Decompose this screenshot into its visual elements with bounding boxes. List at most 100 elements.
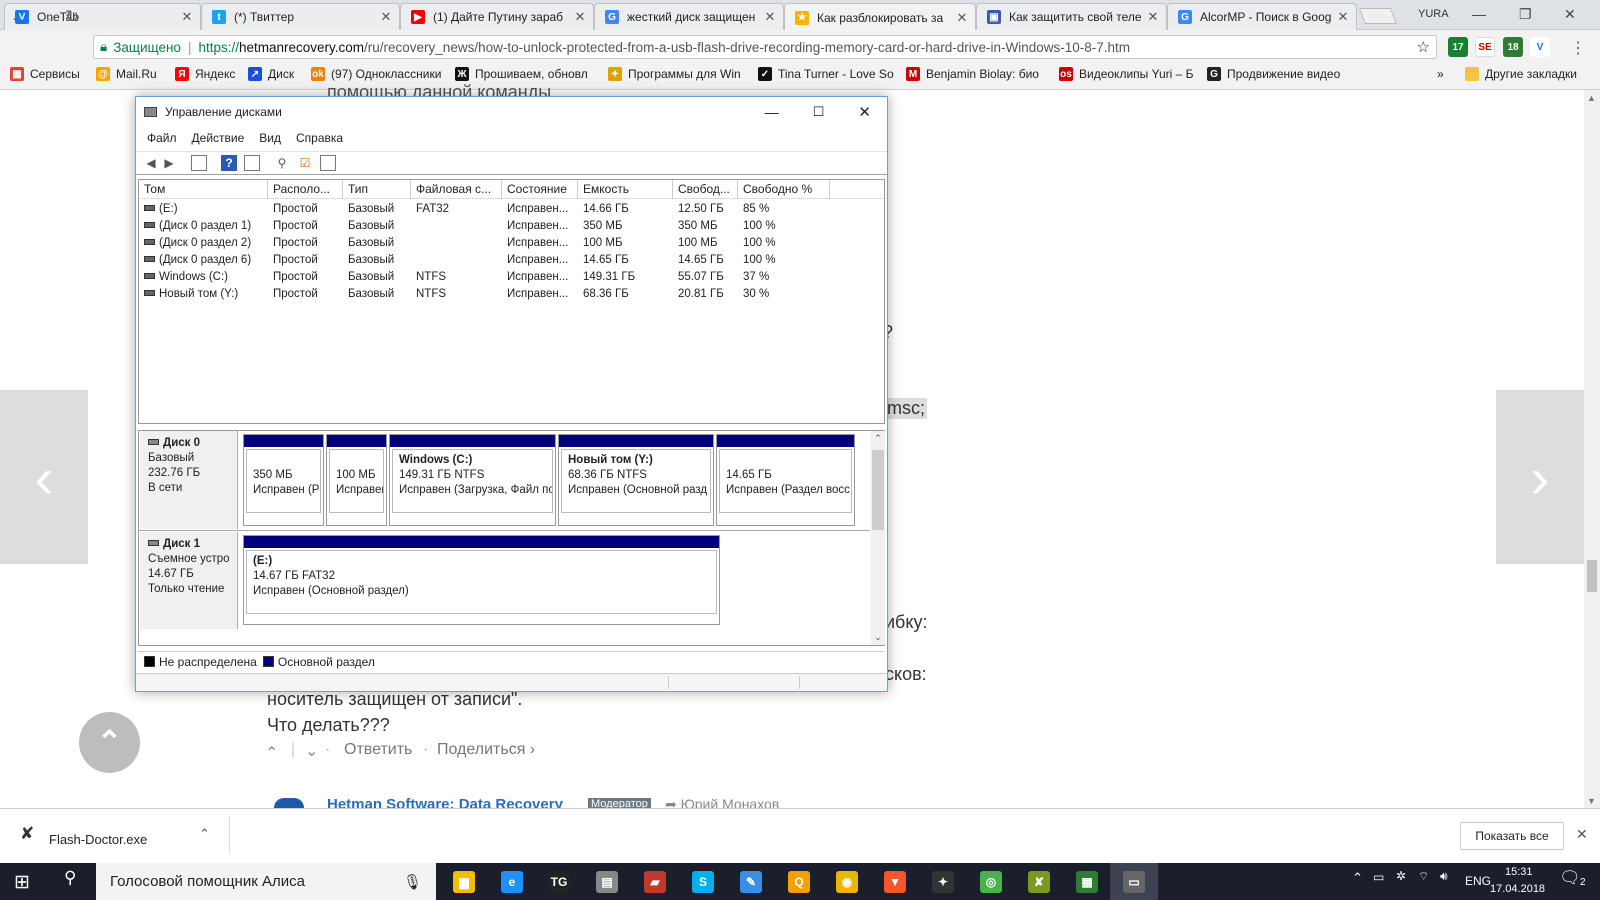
column-header[interactable]: Файловая с... (411, 180, 502, 199)
skype-taskbar-button[interactable]: S (679, 863, 727, 900)
table-row[interactable]: Новый том (Y:) Простой Базовый NTFS Исправен… (139, 286, 884, 303)
browser-tab[interactable]: ★ Как разблокировать за ✕ (784, 3, 976, 31)
partition-e[interactable]: (E:) 14.67 ГБ FAT32 Исправен (Основной р… (243, 535, 720, 625)
disk0-label[interactable]: Диск 0 Базовый 232.76 ГБ В сети (140, 431, 238, 529)
column-header[interactable]: Располо... (268, 180, 343, 199)
downvote-icon[interactable]: ⌄ (305, 741, 318, 761)
battery-icon[interactable]: ▭ (1373, 870, 1384, 884)
qip-taskbar-button[interactable]: Q (775, 863, 823, 900)
tab-close-icon[interactable]: ✕ (573, 9, 587, 25)
app-blue-taskbar-button[interactable]: ✎ (727, 863, 775, 900)
menu-file[interactable]: Файл (147, 131, 177, 145)
scrollbar-thumb[interactable] (1587, 560, 1597, 592)
file-explorer-taskbar-button[interactable]: ▆ (440, 863, 488, 900)
share-link[interactable]: Поделиться › (437, 741, 535, 759)
close-icon[interactable]: ✕ (1576, 826, 1588, 843)
partition-block[interactable]: 14.65 ГБ Исправен (Раздел восс (716, 434, 855, 526)
extension-se-icon[interactable]: SE (1475, 37, 1495, 57)
brave-taskbar-button[interactable]: ▼ (871, 863, 919, 900)
app-x-taskbar-button[interactable]: ✘ (1015, 863, 1063, 900)
column-header[interactable]: Состояние (502, 180, 578, 199)
list-view-icon[interactable] (244, 155, 260, 171)
address-bar[interactable]: 🔒︎ Защищено | https:// hetmanrecovery.co… (93, 35, 1437, 59)
scanner-app-taskbar-button[interactable]: ▤ (583, 863, 631, 900)
forward-icon[interactable]: → (37, 7, 54, 27)
page-scrollbar[interactable] (1584, 90, 1600, 808)
tab-close-icon[interactable]: ✕ (1336, 9, 1350, 25)
bookmark-item[interactable]: ↗ Диск (248, 67, 294, 81)
voice-assistant-search[interactable]: Голосовой помощник Алиса 🎙︎ (96, 863, 436, 900)
scroll-top-button[interactable]: ⌃ (79, 712, 140, 773)
menu-help[interactable]: Справка (296, 131, 343, 145)
notifications-icon[interactable]: 🗨︎ (1559, 868, 1581, 888)
graph-scrollbar[interactable]: ⌃ ⌄ (871, 431, 885, 645)
tab-close-icon[interactable]: ✕ (379, 9, 393, 25)
tab-close-icon[interactable]: ✕ (1146, 9, 1160, 25)
search-icon[interactable]: ⚲ (64, 868, 76, 888)
next-arrow-button[interactable]: › (1496, 390, 1584, 564)
browser-tab[interactable]: Gжесткий диск защищен ✕ (594, 3, 784, 30)
bookmark-item[interactable]: ok (97) Одноклассники (311, 67, 441, 81)
tab-close-icon[interactable]: ✕ (763, 9, 777, 25)
reply-link[interactable]: Ответить (344, 741, 412, 759)
profile-name[interactable]: YURA (1418, 8, 1449, 20)
upvote-icon[interactable]: ⌃ (265, 743, 278, 763)
menu-view[interactable]: Вид (259, 131, 281, 145)
windows-start-icon[interactable]: ⊞ (14, 871, 30, 894)
scrollbar-thumb[interactable] (872, 450, 884, 530)
partition-block[interactable]: 100 МБ Исправен (326, 434, 387, 526)
browser-tab[interactable]: ▶ (1) Дайте Путину зараб ✕ (400, 3, 594, 30)
bluetooth-icon[interactable]: ✲ (1396, 869, 1406, 883)
browser-tab[interactable]: G AlcorMP - Поиск в Goog ✕ (1167, 3, 1357, 30)
properties-icon[interactable] (320, 155, 336, 171)
table-row[interactable]: (Диск 0 раздел 2) Простой Базовый Исправен.… (139, 235, 884, 252)
help-icon[interactable]: ? (221, 155, 237, 171)
back-icon[interactable]: ← (10, 7, 27, 27)
app-green-taskbar-button[interactable]: ▦ (1063, 863, 1111, 900)
console-tree-icon[interactable] (191, 155, 207, 171)
show-all-button[interactable]: Показать все (1460, 822, 1564, 850)
partition-block[interactable]: Новый том (Y:) 68.36 ГБ NTFS Исправен (Осн… (558, 434, 714, 526)
comment-author[interactable]: Hetman Software: Data Recovery (327, 796, 563, 808)
close-icon[interactable]: ✕ (1564, 6, 1576, 23)
scroll-up-icon[interactable]: ⌃ (871, 433, 885, 444)
prev-arrow-button[interactable]: ‹ (0, 390, 88, 564)
back-icon[interactable]: ◀ (143, 155, 159, 171)
bookmark-item[interactable]: @ Mail.Ru (96, 67, 157, 81)
bookmark-star-icon[interactable]: ☆ (1417, 38, 1430, 56)
browser-tab[interactable]: V OneTab ✕ (4, 3, 201, 30)
restore-icon[interactable]: ❐ (1519, 6, 1532, 23)
extension-shield-icon[interactable]: 18 (1503, 37, 1523, 57)
bookmark-item[interactable]: ✦ Программы для Win (608, 67, 741, 81)
tray-overflow-icon[interactable]: ⌃ (1352, 870, 1363, 886)
connect-icon[interactable]: ⚲ (274, 155, 290, 171)
table-row[interactable]: (Диск 0 раздел 6) Простой Базовый Исправен.… (139, 252, 884, 269)
column-header[interactable]: Емкость (578, 180, 673, 199)
disk1-label[interactable]: Диск 1 Съемное устро 14.67 ГБ Только чте… (140, 532, 238, 629)
browser-tab[interactable]: t (*) Твиттер ✕ (201, 3, 400, 30)
bookmark-item[interactable]: Я Яндекс (175, 67, 235, 81)
edge-taskbar-button[interactable]: e (488, 863, 536, 900)
bookmark-item[interactable]: Ж Прошиваем, обновл (455, 67, 588, 81)
network-icon[interactable]: ⌔ (1418, 869, 1429, 884)
column-header[interactable]: Том (139, 180, 268, 199)
volume-icon[interactable]: 🔊︎ (1440, 869, 1448, 884)
other-bookmarks[interactable]: Другие закладки (1465, 67, 1577, 81)
extension-icon[interactable]: 17 (1448, 37, 1468, 57)
tg-app-taskbar-button[interactable]: TG (535, 863, 583, 900)
bookmarks-overflow[interactable]: » (1437, 67, 1444, 81)
browser-tab[interactable]: ▣ Как защитить свой теле ✕ (976, 3, 1167, 30)
language-indicator[interactable]: ENG (1465, 874, 1491, 888)
clock-date[interactable]: 17.04.2018 (1490, 883, 1545, 895)
avatar[interactable] (274, 798, 304, 808)
bookmark-item[interactable]: os Видеоклипы Yuri – Б (1059, 67, 1194, 81)
table-row[interactable]: (Диск 0 раздел 1) Простой Базовый Исправен.… (139, 218, 884, 235)
close-icon[interactable]: ✕ (858, 103, 871, 121)
column-header[interactable]: Свободно % (738, 180, 830, 199)
column-header[interactable]: Свобод... (673, 180, 738, 199)
forward-icon[interactable]: ▶ (161, 155, 177, 171)
bookmark-item[interactable]: ✓ Tina Turner - Love So (758, 67, 894, 81)
scroll-down-icon[interactable]: ⌄ (871, 632, 885, 643)
maximize-icon[interactable]: ☐ (813, 104, 825, 120)
download-filename[interactable]: Flash-Doctor.exe (49, 832, 147, 847)
